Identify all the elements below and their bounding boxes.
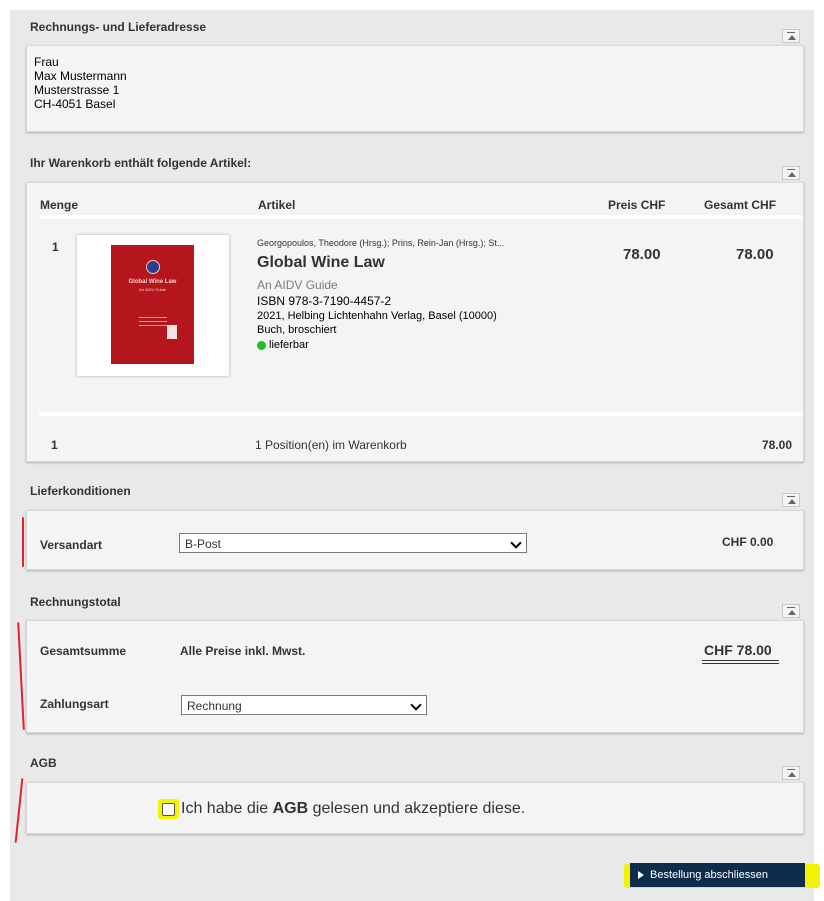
place-order-button[interactable]: Bestellung abschliessen xyxy=(630,863,805,887)
shipping-cost: CHF 0.00 xyxy=(722,535,774,549)
chevron-down-icon xyxy=(410,699,422,711)
item-quantity: 1 xyxy=(52,240,59,254)
cover-line xyxy=(139,317,167,318)
book-cover-thumbnail[interactable]: Global Wine Law An AIDV Guide xyxy=(77,235,229,376)
agb-text-after: gelesen und akzeptiere diese. xyxy=(308,800,526,817)
summary-divider xyxy=(39,412,803,416)
agb-label[interactable]: Ich habe die AGB gelesen und akzeptiere … xyxy=(181,800,525,818)
sum-label: Gesamtsumme xyxy=(40,644,127,658)
address-panel: Frau Max Mustermann Musterstrasse 1 CH-4… xyxy=(26,45,804,132)
book-cover-image: Global Wine Law An AIDV Guide xyxy=(111,245,194,364)
invoice-section-title: Rechnungstotal xyxy=(30,595,121,609)
item-total: 78.00 xyxy=(736,246,774,263)
invoice-panel: Gesamtsumme Alle Preise inkl. Mwst. CHF … xyxy=(26,620,804,733)
address-salutation: Frau xyxy=(34,55,59,69)
summary-positions: 1 Position(en) im Warenkorb xyxy=(255,438,407,452)
cover-title: Global Wine Law xyxy=(128,279,177,285)
cover-subtitle: An AIDV Guide xyxy=(139,287,166,292)
payment-select[interactable]: Rechnung xyxy=(181,695,427,715)
item-publisher: 2021, Helbing Lichtenhahn Verlag, Basel … xyxy=(257,310,497,322)
vat-note: Alle Preise inkl. Mwst. xyxy=(180,644,306,658)
collapse-agb-icon[interactable] xyxy=(782,766,800,780)
column-total: Gesamt CHF xyxy=(704,198,777,212)
play-arrow-icon xyxy=(638,871,644,879)
header-divider xyxy=(39,215,803,219)
sum-underline xyxy=(702,660,779,661)
cart-panel: Menge Artikel Preis CHF Gesamt CHF 1 Glo… xyxy=(26,182,804,462)
collapse-address-icon[interactable] xyxy=(782,29,800,43)
address-city: CH-4051 Basel xyxy=(34,97,116,111)
delivery-section-title: Lieferkonditionen xyxy=(30,484,131,498)
shipping-select[interactable]: B-Post xyxy=(179,533,527,553)
summary-total: 78.00 xyxy=(762,438,793,452)
availability-status: lieferbar xyxy=(257,339,504,351)
column-quantity: Menge xyxy=(40,198,79,212)
address-street: Musterstrasse 1 xyxy=(34,83,120,97)
collapse-cart-icon[interactable] xyxy=(782,166,800,180)
annotation-mark xyxy=(22,517,24,567)
agb-section-title: AGB xyxy=(30,756,57,770)
agb-checkbox[interactable] xyxy=(162,803,175,816)
item-title[interactable]: Global Wine Law xyxy=(257,254,504,272)
shipping-select-value: B-Post xyxy=(185,537,222,551)
item-authors: Georgopoulos, Theodore (Hrsg.); Prins, R… xyxy=(257,238,505,248)
item-binding: Buch, broschiert xyxy=(257,324,337,336)
collapse-delivery-icon[interactable] xyxy=(782,493,800,507)
cover-line xyxy=(139,325,167,326)
chevron-down-icon xyxy=(510,537,522,549)
annotation-mark xyxy=(17,622,25,730)
agb-link[interactable]: AGB xyxy=(273,800,309,817)
collapse-invoice-icon[interactable] xyxy=(782,604,800,618)
availability-label: lieferbar xyxy=(269,339,309,351)
payment-label: Zahlungsart xyxy=(40,697,109,711)
item-subtitle: An AIDV Guide xyxy=(257,278,338,292)
address-name: Max Mustermann xyxy=(34,69,127,83)
cover-line xyxy=(139,321,167,322)
summary-quantity: 1 xyxy=(51,438,58,452)
column-article: Artikel xyxy=(258,198,296,212)
address-section-title: Rechnungs- und Lieferadresse xyxy=(30,20,207,34)
agb-text-before: Ich habe die xyxy=(181,800,273,817)
availability-dot-icon xyxy=(257,340,266,350)
place-order-label: Bestellung abschliessen xyxy=(650,869,769,881)
item-price: 78.00 xyxy=(623,246,661,263)
checkout-page: Rechnungs- und Lieferadresse Frau Max Mu… xyxy=(10,10,820,901)
delivery-panel: Versandart B-Post CHF 0.00 xyxy=(26,510,804,570)
annotation-mark xyxy=(14,778,24,843)
payment-select-value: Rechnung xyxy=(187,699,242,713)
shipping-label: Versandart xyxy=(40,538,103,552)
item-isbn: ISBN 978-3-7190-4457-2 xyxy=(257,294,392,308)
sum-underline xyxy=(702,663,779,664)
seal-icon xyxy=(146,260,160,274)
item-details: Georgopoulos, Theodore (Hrsg.); Prins, R… xyxy=(257,238,504,351)
sum-value: CHF 78.00 xyxy=(704,642,772,658)
publisher-logo-icon xyxy=(167,325,177,339)
cart-section-title: Ihr Warenkorb enthält folgende Artikel: xyxy=(30,156,252,170)
agb-panel: Ich habe die AGB gelesen und akzeptiere … xyxy=(26,782,804,834)
column-price: Preis CHF xyxy=(608,198,666,212)
